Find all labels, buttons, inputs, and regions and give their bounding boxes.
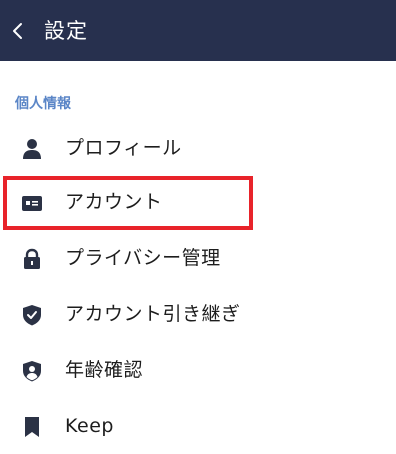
settings-item-label: Keep [65,415,114,437]
settings-item-label: プライバシー管理 [65,247,221,269]
settings-item-privacy[interactable]: プライバシー管理 [0,232,396,286]
settings-item-keep[interactable]: Keep [0,400,396,454]
settings-item-profile[interactable]: プロフィール [0,122,396,176]
page-title: 設定 [44,19,88,43]
back-button[interactable] [9,19,29,43]
section-title-personal-info: 個人情報 [15,96,71,112]
app-header: 設定 [0,0,396,61]
settings-item-account[interactable]: アカウント [0,176,396,230]
id-card-icon [21,191,43,215]
person-icon [21,137,43,161]
settings-item-label: アカウント [65,191,163,213]
settings-item-label: アカウント引き継ぎ [65,303,241,325]
shield-person-icon [21,359,43,383]
settings-item-label: プロフィール [65,137,182,159]
chevron-left-icon [13,23,22,39]
bookmark-icon [21,415,43,439]
shield-check-icon [21,303,43,327]
settings-item-age-verification[interactable]: 年齢確認 [0,344,396,398]
lock-icon [21,247,43,271]
settings-item-label: 年齢確認 [65,359,144,381]
settings-item-account-transfer[interactable]: アカウント引き継ぎ [0,288,396,342]
